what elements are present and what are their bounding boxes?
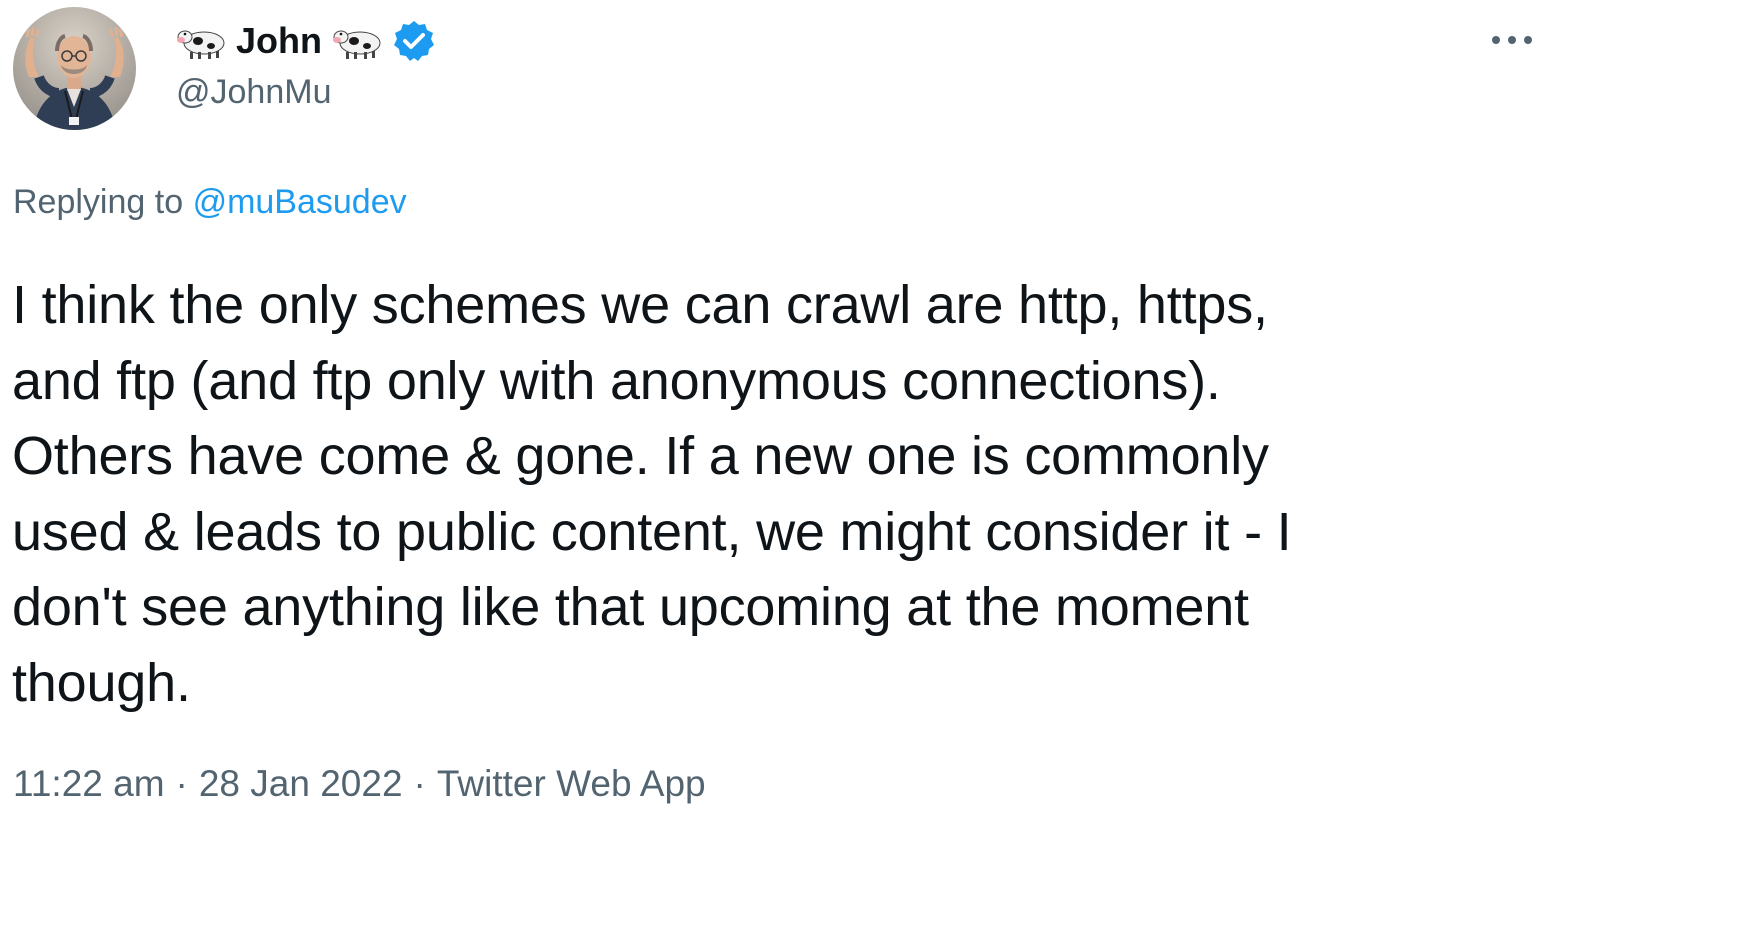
tweet-source-link[interactable]: Twitter Web App bbox=[437, 763, 706, 804]
tweet-text-line: used & leads to public content, we might… bbox=[12, 501, 1292, 562]
author-name-row[interactable]: John bbox=[176, 18, 436, 64]
tweet-meta: 11:22 am · 28 Jan 2022 · Twitter Web App bbox=[13, 763, 706, 805]
reply-mention-link[interactable]: @muBasudev bbox=[193, 183, 407, 221]
cow-face-icon bbox=[332, 21, 384, 61]
verified-badge-icon bbox=[392, 19, 436, 63]
tweet-date-link[interactable]: 28 Jan 2022 bbox=[199, 763, 403, 804]
profile-photo-icon bbox=[13, 7, 136, 130]
tweet-text-line: Others have come & gone. If a new one is… bbox=[12, 426, 1269, 486]
tweet-text-line: I think the only schemes we can crawl ar… bbox=[12, 275, 1268, 335]
reply-prefix: Replying to bbox=[13, 183, 184, 221]
tweet-text-line: don't see anything like that upcoming at… bbox=[12, 577, 1249, 637]
tweet-card: John @JohnMu Replying to @muBasudev I th… bbox=[0, 0, 1747, 942]
reply-context: Replying to @muBasudev bbox=[13, 183, 407, 222]
cow-face-icon bbox=[176, 21, 228, 61]
avatar[interactable] bbox=[13, 7, 136, 130]
author-handle[interactable]: @JohnMu bbox=[176, 73, 331, 112]
tweet-text-line: and ftp (and ftp only with anonymous con… bbox=[12, 350, 1221, 411]
ellipsis-icon bbox=[1492, 36, 1532, 44]
meta-separator: · bbox=[413, 763, 426, 804]
author-display-name[interactable]: John bbox=[236, 20, 322, 62]
tweet-time-link[interactable]: 11:22 am bbox=[13, 763, 165, 804]
tweet-text-line: though. bbox=[12, 652, 191, 713]
tweet-text: I think the only schemes we can crawl ar… bbox=[12, 268, 1532, 721]
more-options-button[interactable] bbox=[1486, 20, 1538, 60]
meta-separator: · bbox=[175, 763, 188, 804]
